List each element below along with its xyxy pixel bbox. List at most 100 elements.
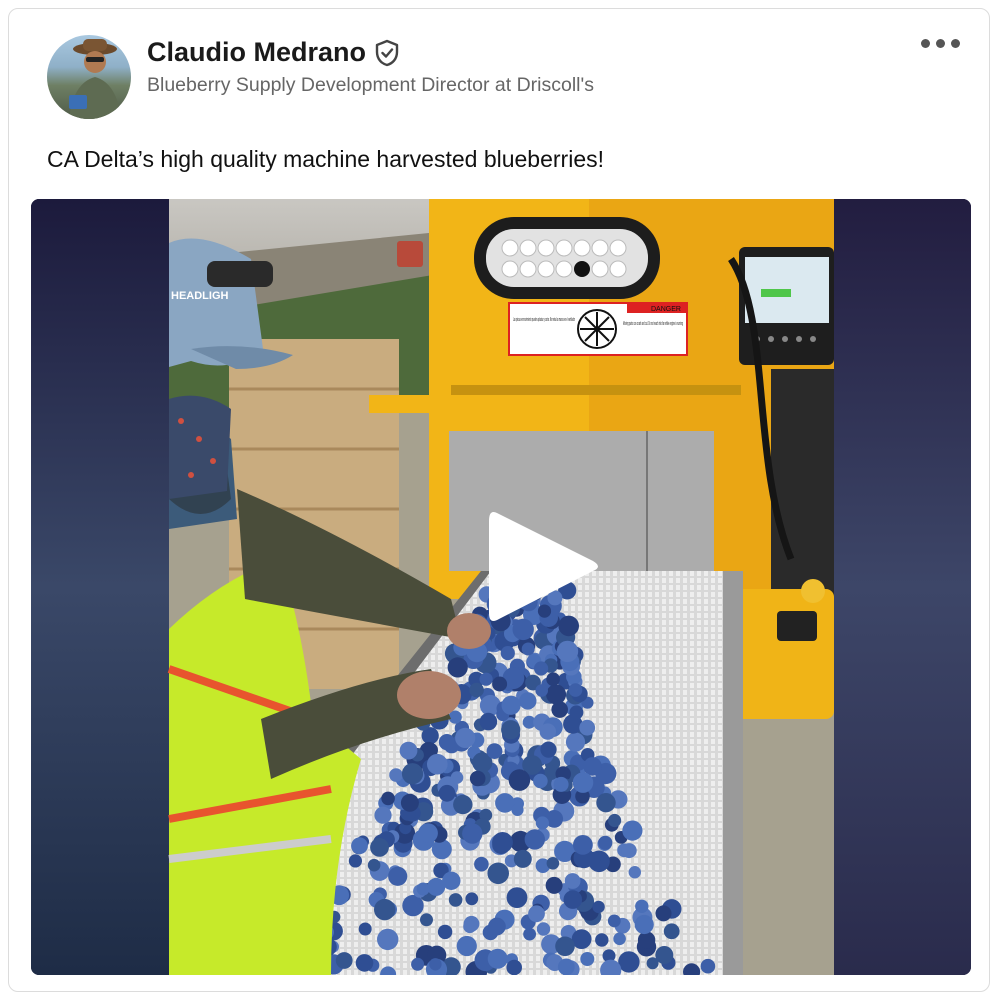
blueberry: [438, 734, 455, 751]
blueberry: [388, 866, 408, 886]
blueberry: [506, 887, 528, 908]
blueberry: [568, 683, 583, 697]
blueberry: [621, 843, 637, 859]
play-icon[interactable]: [489, 507, 601, 627]
blueberry: [351, 837, 368, 855]
more-options-button[interactable]: [917, 35, 964, 52]
blueberry: [447, 657, 468, 678]
blueberry: [367, 858, 381, 872]
blueberry: [450, 771, 464, 784]
post-text: CA Delta’s high quality machine harveste…: [47, 146, 604, 172]
video-player[interactable]: DANGER Las piezas en movimiento pueden a…: [31, 199, 971, 975]
blueberry: [506, 959, 522, 975]
blueberry: [488, 917, 506, 936]
blueberry: [557, 958, 575, 975]
blueberry: [533, 773, 548, 789]
verified-shield-icon: [375, 39, 399, 66]
blueberry: [492, 835, 511, 855]
blueberry: [438, 784, 456, 802]
blueberry: [622, 820, 643, 841]
blueberry: [355, 954, 374, 972]
blueberry: [465, 892, 479, 906]
blueberry: [402, 894, 424, 917]
blueberry: [637, 931, 656, 949]
blueberry: [596, 793, 616, 813]
blueberry: [580, 952, 595, 966]
blueberry: [474, 856, 489, 872]
blueberry: [456, 935, 477, 957]
blueberry: [528, 905, 545, 923]
warning-text-es: Las piezas en movimiento pueden aplastar…: [513, 317, 575, 323]
blueberry: [613, 932, 626, 946]
post-card: Claudio Medrano Blueberry Supply Develop…: [8, 8, 990, 992]
blueberry: [479, 712, 498, 731]
blueberry: [462, 823, 483, 844]
blueberry: [535, 684, 548, 697]
blueberry: [634, 914, 654, 935]
blueberry: [335, 952, 353, 969]
warning-heading: DANGER: [651, 306, 681, 313]
blueberry: [381, 791, 395, 806]
avatar-photo: [69, 39, 121, 119]
blueberry: [595, 933, 609, 947]
blueberry: [463, 919, 477, 934]
blueberry: [607, 914, 621, 928]
blueberry: [536, 922, 551, 936]
blueberry: [500, 646, 515, 661]
blueberry: [448, 893, 463, 907]
blueberry: [501, 720, 521, 740]
blueberry: [492, 676, 508, 692]
more-horizontal-icon: [921, 39, 930, 48]
blueberry: [453, 794, 473, 815]
blueberry: [437, 924, 453, 940]
blueberry: [556, 640, 579, 663]
blueberry: [524, 829, 545, 850]
blueberry: [401, 763, 424, 785]
author-name[interactable]: Claudio Medrano: [147, 37, 366, 68]
blueberry: [358, 922, 372, 936]
author-avatar[interactable]: [47, 35, 131, 119]
blueberry: [553, 776, 569, 792]
blueberry: [427, 753, 448, 775]
blueberry: [579, 719, 596, 736]
blueberry: [618, 951, 640, 973]
blueberry: [487, 862, 510, 885]
blueberry: [511, 803, 524, 817]
blueberry: [573, 835, 593, 855]
blueberry: [635, 899, 649, 913]
author-headline: Blueberry Supply Development Director at…: [147, 74, 594, 96]
blueberry: [377, 928, 399, 951]
blueberry: [442, 871, 461, 890]
blueberry: [534, 661, 549, 676]
blueberry: [487, 948, 508, 969]
blueberry: [348, 854, 362, 868]
blueberry: [519, 692, 537, 710]
blueberry: [572, 772, 594, 793]
blueberry: [469, 770, 486, 787]
blueberry: [418, 823, 438, 843]
blueberry: [400, 793, 419, 812]
blueberry: [429, 958, 442, 971]
blueberry: [555, 936, 575, 957]
blueberry: [628, 866, 641, 879]
blueberry: [540, 741, 557, 758]
blueberry: [469, 682, 484, 698]
blueberry: [521, 642, 535, 656]
blueberry: [545, 876, 563, 894]
author-name-row[interactable]: Claudio Medrano: [147, 37, 400, 68]
blueberry: [374, 806, 392, 824]
blueberry: [416, 882, 430, 896]
blueberry: [455, 727, 476, 749]
blueberry: [655, 905, 672, 922]
blueberry: [663, 923, 680, 940]
blueberry: [564, 873, 581, 889]
headlamp-text: HEADLIGH: [171, 290, 229, 302]
blueberry: [569, 705, 584, 720]
blueberry: [546, 684, 567, 705]
blueberry: [508, 769, 531, 791]
blueberry: [565, 732, 586, 752]
blueberry: [370, 838, 389, 857]
blueberry: [539, 723, 556, 740]
blueberry: [501, 695, 521, 715]
blueberry: [486, 743, 503, 759]
